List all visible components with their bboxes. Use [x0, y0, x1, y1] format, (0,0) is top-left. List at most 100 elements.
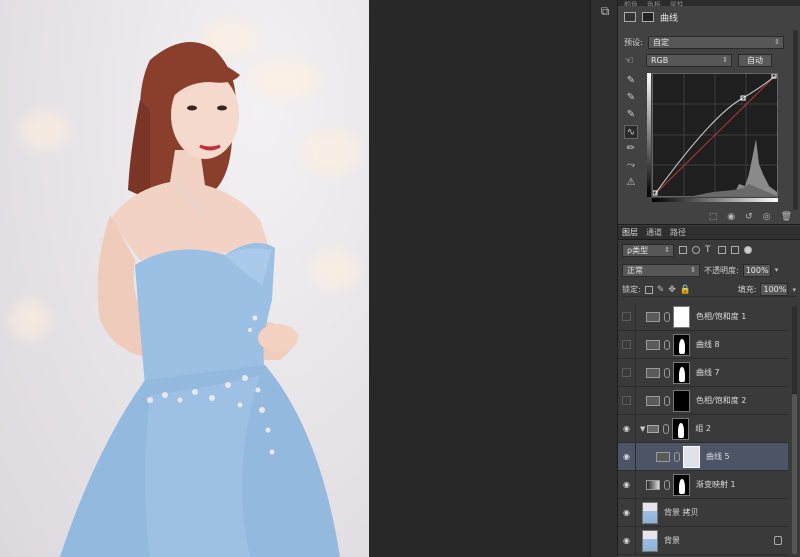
tab-color[interactable]: 颜色 — [624, 2, 638, 7]
layer-mask-thumbnail[interactable] — [673, 389, 690, 412]
lock-position-icon[interactable]: ✥ — [668, 285, 676, 295]
visibility-toggle[interactable]: ◉ — [618, 498, 636, 527]
visibility-toggle[interactable]: ◉ — [618, 470, 636, 499]
lock-all-icon[interactable]: 🔒 — [680, 285, 691, 295]
document-canvas[interactable] — [0, 0, 590, 557]
pencil-icon[interactable]: ✏ — [624, 142, 638, 156]
layer-mask-thumbnail[interactable] — [673, 333, 690, 356]
tab-channels[interactable]: 通道 — [646, 227, 662, 238]
filter-toggle-icon[interactable] — [744, 246, 752, 254]
reset-icon[interactable]: ↺ — [745, 212, 753, 222]
lock-transparent-icon[interactable] — [644, 285, 653, 294]
eyedropper-gray-icon[interactable]: ✎ — [624, 91, 638, 105]
fill-input[interactable]: 100% — [760, 283, 789, 296]
curve-point-icon[interactable]: ∿ — [624, 125, 638, 139]
chevron-updown-icon: ⇕ — [722, 55, 728, 64]
opacity-dropdown-icon[interactable]: ▾ — [775, 266, 779, 274]
lock-image-icon[interactable]: ✎ — [657, 285, 665, 295]
eye-icon: ◉ — [623, 480, 630, 489]
visibility-icon[interactable]: ◎ — [763, 212, 771, 222]
layer-mask-thumbnail[interactable] — [673, 305, 690, 328]
chevron-updown-icon: ⇕ — [690, 265, 696, 274]
eyedropper-black-icon[interactable]: ✎ — [624, 74, 638, 88]
auto-button[interactable]: 自动 — [738, 53, 772, 67]
layer-mask-thumbnail[interactable] — [672, 417, 690, 440]
visibility-toggle[interactable]: ◉ — [618, 414, 636, 443]
filter-smart-icon[interactable] — [731, 246, 739, 254]
layer-row-gradient-map-1[interactable]: ◉ 渐变映射 1 — [618, 470, 788, 499]
channel-row: ☜ RGB ⇕ 自动 — [624, 53, 794, 67]
adjustment-header: 曲线 — [624, 10, 678, 24]
visibility-toggle[interactable] — [618, 330, 636, 359]
visibility-toggle[interactable] — [618, 302, 636, 331]
visibility-toggle[interactable] — [618, 386, 636, 415]
layer-row-background-copy[interactable]: ◉ 背景 拷贝 — [618, 498, 788, 527]
layer-filter-value: ρ类型 — [627, 245, 649, 255]
layer-list: 色相/饱和度 1 曲线 8 曲线 7 色相/饱和度 2 ◉ ▼ 组 2 ◉ 曲线… — [618, 302, 788, 557]
layer-mask-thumbnail[interactable] — [673, 473, 690, 496]
filter-type-icon[interactable]: T — [705, 246, 713, 255]
chain-link-icon[interactable] — [674, 451, 680, 462]
channel-select[interactable]: RGB ⇕ — [646, 53, 732, 67]
blend-mode-select[interactable]: 正常 ⇕ — [622, 263, 700, 277]
chain-link-icon[interactable] — [664, 395, 670, 406]
layer-row-curves-8[interactable]: 曲线 8 — [618, 330, 788, 359]
layer-row-group-2[interactable]: ◉ ▼ 组 2 — [618, 414, 788, 443]
visibility-toggle[interactable] — [618, 358, 636, 387]
layers-tab-bar: 图层 通道 路径 — [618, 226, 800, 240]
portrait-photo[interactable] — [0, 0, 369, 557]
curves-adjustment-icon — [656, 451, 670, 462]
filter-adjustment-icon[interactable] — [692, 246, 700, 254]
tab-paths[interactable]: 路径 — [670, 227, 686, 238]
hand-adjust-icon[interactable]: ☜ — [624, 54, 640, 67]
layer-filter-select[interactable]: ρ类型 ⇕ — [622, 243, 674, 257]
tab-swatches[interactable]: 色板 — [647, 2, 661, 7]
tab-properties[interactable]: 属性 — [670, 2, 684, 7]
curve-graph-svg — [652, 73, 777, 196]
visibility-toggle[interactable]: ◉ — [618, 526, 636, 555]
layer-mask-thumbnail[interactable] — [683, 445, 700, 468]
tab-layers[interactable]: 图层 — [622, 227, 638, 238]
eyedropper-white-icon[interactable]: ✎ — [624, 108, 638, 122]
chain-link-icon[interactable] — [664, 339, 670, 350]
properties-scrollbar[interactable] — [793, 30, 798, 210]
layer-row-background[interactable]: ◉ 背景 — [618, 526, 788, 555]
layer-row-curves-7[interactable]: 曲线 7 — [618, 358, 788, 387]
chain-link-icon[interactable] — [664, 479, 670, 490]
chain-link-icon[interactable] — [663, 423, 670, 434]
filter-shape-icon[interactable] — [718, 246, 726, 254]
lock-icon — [774, 536, 782, 545]
properties-panel: 颜色 色板 属性 曲线 预设: 自定 ⇕ ☜ RGB ⇕ 自动 ✎ ✎ ✎ ∿ … — [618, 0, 800, 225]
scrollbar-thumb[interactable] — [792, 394, 797, 554]
expand-triangle-icon[interactable]: ▼ — [640, 425, 645, 433]
eye-icon: ◉ — [623, 452, 630, 461]
filter-pixel-icon[interactable] — [679, 246, 687, 254]
layer-thumbnail[interactable] — [642, 501, 658, 524]
layers-scrollbar[interactable] — [792, 306, 797, 554]
layer-row-hue-saturation-1[interactable]: 色相/饱和度 1 — [618, 302, 788, 331]
fill-dropdown-icon[interactable]: ▾ — [792, 286, 796, 294]
clipping-warning-icon[interactable]: ⚠ — [624, 176, 638, 190]
visibility-toggle[interactable]: ◉ — [618, 442, 636, 471]
clip-to-layer-icon[interactable]: ⬚ — [709, 212, 718, 222]
preset-row: 预设: 自定 ⇕ — [624, 35, 794, 49]
view-previous-icon[interactable]: ◉ — [727, 212, 735, 222]
layer-row-curves-5[interactable]: ◉ 曲线 5 — [618, 442, 788, 471]
smooth-icon[interactable]: ⤳ — [624, 159, 638, 173]
fill-value: 100% — [763, 285, 787, 294]
layer-thumbnail[interactable] — [642, 529, 658, 552]
trash-icon[interactable]: 🗑 — [781, 212, 792, 222]
layer-name: 背景 拷贝 — [664, 508, 699, 517]
properties-tab-bar: 颜色 色板 属性 — [618, 0, 800, 6]
chain-link-icon[interactable] — [664, 367, 670, 378]
layer-row-hue-saturation-2[interactable]: 色相/饱和度 2 — [618, 386, 788, 415]
mask-icon[interactable] — [642, 12, 654, 22]
curve-graph[interactable] — [652, 73, 778, 197]
layer-mask-thumbnail[interactable] — [673, 361, 690, 384]
chain-link-icon[interactable] — [664, 311, 670, 322]
opacity-input[interactable]: 100% — [742, 263, 771, 277]
hidden-box-icon — [622, 396, 631, 405]
preset-select[interactable]: 自定 ⇕ — [648, 35, 784, 49]
panel-toggle-icon[interactable]: ⧉ — [596, 3, 614, 19]
layer-name: 渐变映射 1 — [696, 480, 736, 489]
